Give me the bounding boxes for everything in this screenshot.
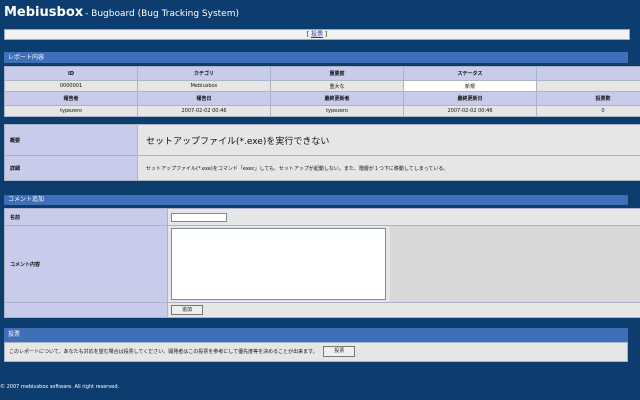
report-value-row-1: 0000001 Mebiusbox 重大な 新規 bbox=[4, 80, 640, 92]
add-comment-button[interactable]: 追加 bbox=[171, 305, 203, 315]
empty-header bbox=[536, 66, 640, 81]
name-cell bbox=[167, 208, 640, 226]
vote-count-header: 投票数 bbox=[536, 91, 640, 106]
category-header: カテゴリ bbox=[137, 66, 271, 81]
page-title: Mebiusbox - Bugboard (Bug Tracking Syste… bbox=[4, 5, 239, 20]
submit-label-empty bbox=[4, 302, 168, 318]
submit-row: 追加 bbox=[4, 302, 640, 318]
report-header-row-1: ID カテゴリ 重要度 ステータス bbox=[4, 66, 640, 81]
severity-header: 重要度 bbox=[270, 66, 404, 81]
report-detail-table: 概要 セットアップファイル(*.exe)を実行できない 詳細 セットアップファイ… bbox=[4, 124, 640, 181]
name-input[interactable] bbox=[171, 212, 227, 222]
app-name: Mebiusbox bbox=[4, 5, 84, 20]
severity-value: 重大な bbox=[270, 80, 404, 92]
summary-value: セットアップファイル(*.exe)を実行できない bbox=[137, 124, 640, 156]
nav-close-bracket: ] bbox=[324, 31, 328, 38]
comment-form-table: 名前 コメント内容 追加 bbox=[4, 208, 640, 318]
name-row: 名前 bbox=[4, 208, 640, 226]
app-subtitle: - Bugboard (Bug Tracking System) bbox=[85, 9, 239, 19]
content-cell bbox=[167, 225, 390, 303]
reporter-header: 報告者 bbox=[4, 91, 138, 106]
report-date-value: 2007-02-02 00:46 bbox=[137, 105, 271, 117]
last-updated-header: 最終更新日 bbox=[403, 91, 537, 106]
name-label: 名前 bbox=[4, 208, 168, 226]
id-header: ID bbox=[4, 66, 138, 81]
report-section-header: レポート内容 bbox=[4, 52, 628, 63]
vote-button[interactable]: 投票 bbox=[323, 346, 356, 357]
reporter-value: typezero bbox=[4, 105, 138, 117]
summary-label: 概要 bbox=[4, 124, 138, 156]
report-value-row-2: typezero 2007-02-02 00:46 typezero 2007-… bbox=[4, 105, 640, 117]
comment-textarea[interactable] bbox=[171, 228, 386, 300]
last-updater-header: 最終更新者 bbox=[270, 91, 404, 106]
content-rest bbox=[389, 225, 640, 303]
content-row: コメント内容 bbox=[4, 225, 640, 303]
summary-row: 概要 セットアップファイル(*.exe)を実行できない bbox=[4, 124, 640, 156]
status-header: ステータス bbox=[403, 66, 537, 81]
id-value: 0000001 bbox=[4, 80, 138, 92]
nav-bar: [ 投票 ] bbox=[4, 29, 630, 40]
submit-cell: 追加 bbox=[167, 302, 640, 318]
details-row: 詳細 セットアップファイル(*.exe)をコマンド「exec」しても、セットアッ… bbox=[4, 155, 640, 181]
report-date-header: 報告日 bbox=[137, 91, 271, 106]
vote-section-header: 投票 bbox=[4, 328, 628, 342]
report-info-table: ID カテゴリ 重要度 ステータス 0000001 Mebiusbox 重大な … bbox=[4, 66, 640, 117]
content-label: コメント内容 bbox=[4, 225, 168, 303]
last-updater-value: typezero bbox=[270, 105, 404, 117]
details-value: セットアップファイル(*.exe)をコマンド「exec」しても、セットアップが起… bbox=[137, 155, 640, 181]
last-updated-value: 2007-02-02 00:46 bbox=[403, 105, 537, 117]
vote-box: このレポートについて、あなたも対応を望む場合は投票してください。開発者はこの投票… bbox=[4, 342, 628, 362]
report-header-row-2: 報告者 報告日 最終更新者 最終更新日 投票数 bbox=[4, 91, 640, 106]
category-value: Mebiusbox bbox=[137, 80, 271, 92]
copyright-footer: © 2007 mebiusbox software. All right res… bbox=[0, 384, 120, 390]
empty-value bbox=[536, 80, 640, 92]
details-label: 詳細 bbox=[4, 155, 138, 181]
vote-message: このレポートについて、あなたも対応を望む場合は投票してください。開発者はこの投票… bbox=[9, 349, 318, 355]
vote-count-value: 0 bbox=[536, 105, 640, 117]
nav-open-bracket: [ bbox=[306, 31, 310, 38]
comment-section-header: コメント追加 bbox=[4, 195, 628, 205]
vote-link[interactable]: 投票 bbox=[311, 31, 323, 38]
status-value: 新規 bbox=[403, 80, 537, 92]
